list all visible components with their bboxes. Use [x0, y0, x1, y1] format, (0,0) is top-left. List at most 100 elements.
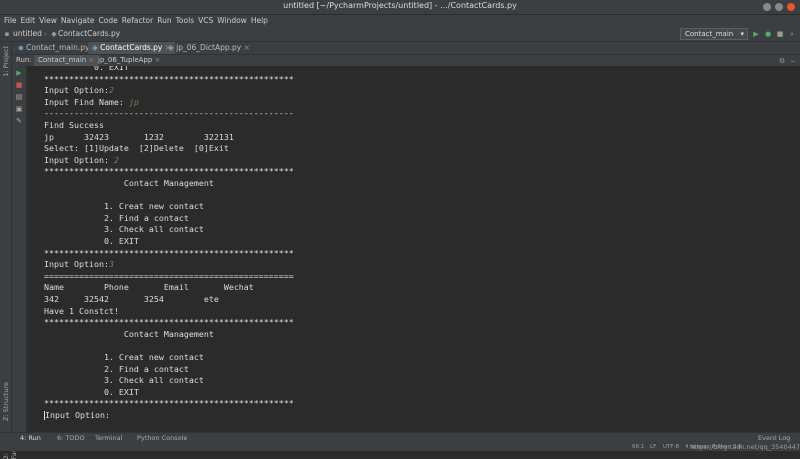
console-output-text: 3. Check all contact: [44, 224, 204, 235]
run-tab-label: Contact_main: [38, 56, 87, 64]
menu-item-run[interactable]: Run: [157, 15, 171, 27]
stop-icon[interactable]: ■: [15, 81, 23, 89]
stop-icon[interactable]: ■: [776, 30, 784, 38]
console-line: ****************************************…: [44, 166, 294, 178]
console-output-text: 0. EXIT: [44, 386, 139, 397]
minimize-button[interactable]: [763, 3, 771, 11]
caret-position[interactable]: 68:1: [632, 443, 644, 451]
run-icon[interactable]: ▶: [752, 30, 760, 38]
run-toolbar: ▶ ■ ▤ ▣ ✎: [12, 66, 27, 432]
editor-tab[interactable]: ◆ jp_06_DictApp.py ×: [164, 42, 254, 54]
console-line: ****************************************…: [44, 74, 294, 86]
event-log-tool-tab[interactable]: Event Log: [758, 434, 790, 442]
menu-item-vcs[interactable]: VCS: [198, 15, 213, 27]
python-file-icon: ◆: [51, 30, 57, 38]
run-tab[interactable]: jp_06_TupleApp ×: [94, 55, 164, 66]
project-tool-tab[interactable]: 1: Project: [2, 46, 10, 77]
console-output-text: Have 1 Constct!: [44, 305, 119, 316]
console-line: ----------------------------------------…: [44, 108, 294, 120]
menu-item-file[interactable]: File: [4, 15, 17, 27]
python-console-tool-tab[interactable]: Python Console: [137, 434, 187, 442]
maximize-button[interactable]: [775, 3, 783, 11]
console-line: 0. EXIT: [44, 387, 139, 399]
menu-item-view[interactable]: View: [39, 15, 57, 27]
editor-tab-label: Contact_main.py: [26, 43, 90, 52]
console-output-text: ----------------------------------------…: [44, 108, 294, 119]
console-line: 3. Check all contact: [44, 224, 204, 236]
gear-icon[interactable]: ⚙: [778, 57, 786, 65]
run-panel-label: Run:: [16, 56, 32, 64]
close-icon[interactable]: ×: [241, 43, 250, 52]
console-output-text: Input Find Name:: [44, 96, 129, 107]
console-output-text: jp 32423 1232 322131: [44, 131, 234, 142]
console-line: 0. EXIT: [44, 66, 129, 74]
console-line: ****************************************…: [44, 248, 294, 260]
menu-item-navigate[interactable]: Navigate: [61, 15, 95, 27]
editor-tabs: ◆ Contact_main.py × ◆ ContactCards.py ×◆ …: [12, 42, 800, 55]
run-console[interactable]: 0. EXIT *********************************…: [27, 66, 800, 432]
console-output-text: 1. Creat new contact: [44, 352, 204, 362]
console-output-text: Input Option:: [44, 154, 114, 165]
editor-tab[interactable]: ◆ ContactCards.py ×: [88, 42, 176, 54]
console-line: 2. Find a contact: [44, 213, 189, 225]
console-user-input: 2: [113, 154, 119, 165]
print-icon[interactable]: ▣: [15, 105, 23, 113]
editor-tab-label: ContactCards.py: [100, 43, 163, 52]
console-user-input: 3: [108, 259, 114, 270]
console-line: Contact Management: [44, 329, 214, 341]
run-configuration-select[interactable]: Contact_main ▾: [680, 28, 748, 40]
terminal-tool-tab[interactable]: Terminal: [95, 434, 122, 442]
breadcrumb-project[interactable]: untitled: [13, 29, 42, 38]
console-output-text: 2. Find a contact: [44, 363, 189, 374]
run-tab[interactable]: Contact_main ×: [34, 55, 99, 66]
console-line: 1. Creat new contact: [44, 352, 204, 364]
pin-icon[interactable]: ✎: [15, 117, 23, 125]
debug-icon[interactable]: ●: [764, 30, 772, 38]
todo-tool-tab[interactable]: 6: TODO: [57, 434, 85, 442]
breadcrumb-file[interactable]: ContactCards.py: [58, 29, 120, 38]
menu-item-help[interactable]: Help: [251, 15, 268, 27]
console-line: Input Option:: [44, 410, 110, 422]
structure-tool-tab[interactable]: Z: Structure: [2, 382, 10, 421]
hide-panel-icon[interactable]: ‒: [789, 57, 797, 65]
console-line: ****************************************…: [44, 317, 294, 329]
run-tool-tab[interactable]: 4: Run: [20, 434, 41, 442]
python-file-icon: ◆: [92, 43, 101, 52]
console-line: Name Phone Email Wechat: [44, 282, 254, 294]
status-bar: 68:1 LF UTF-8 4 spaces Python 3.6 https:…: [0, 443, 800, 451]
menu-item-code[interactable]: Code: [99, 15, 118, 27]
line-separator[interactable]: LF: [650, 443, 656, 451]
console-line: Input Option:3: [44, 259, 114, 271]
console-output-text: Contact Management: [44, 178, 214, 188]
menu-item-edit[interactable]: Edit: [21, 15, 36, 27]
python-file-icon: ◆: [168, 43, 177, 52]
title-bar: untitled [~/PycharmProjects/untitled] - …: [0, 0, 800, 15]
console-output-text: ****************************************…: [44, 398, 294, 409]
console-line: Select: [1]Update [2]Delete [0]Exit: [44, 143, 229, 155]
console-output-text: Input Option:: [44, 85, 109, 96]
close-button[interactable]: [787, 3, 795, 11]
console-output-text: Input Option:: [44, 259, 109, 270]
console-output-text: ****************************************…: [44, 317, 294, 328]
console-output-text: Find Success: [44, 120, 104, 130]
console-line: 2. Find a contact: [44, 364, 189, 376]
left-tool-strip: 1: Project Z: Structure 2: Favorites: [0, 42, 18, 459]
menu-item-tools[interactable]: Tools: [176, 15, 194, 27]
console-line: ========================================…: [44, 271, 294, 283]
console-output-text: 2. Find a contact: [44, 212, 189, 223]
console-line: ****************************************…: [44, 398, 294, 410]
console-line: Have 1 Constct!: [44, 306, 119, 318]
menu-item-refactor[interactable]: Refactor: [122, 15, 153, 27]
breadcrumb-separator: ›: [44, 29, 47, 38]
navigation-bar: ▪ untitled › ◆ ContactCards.py Contact_m…: [0, 27, 800, 42]
console-line: Input Find Name: jp: [44, 97, 139, 109]
console-line: jp 32423 1232 322131: [44, 132, 234, 144]
close-icon[interactable]: ×: [152, 56, 161, 64]
rerun-icon[interactable]: ▶: [15, 69, 23, 77]
file-encoding[interactable]: UTF-8: [663, 443, 679, 451]
search-icon[interactable]: ⌕: [788, 30, 796, 38]
console-line: 1. Creat new contact: [44, 201, 204, 213]
console-line: Find Success: [44, 120, 104, 132]
layout-icon[interactable]: ▤: [15, 93, 23, 101]
menu-item-window[interactable]: Window: [217, 15, 247, 27]
